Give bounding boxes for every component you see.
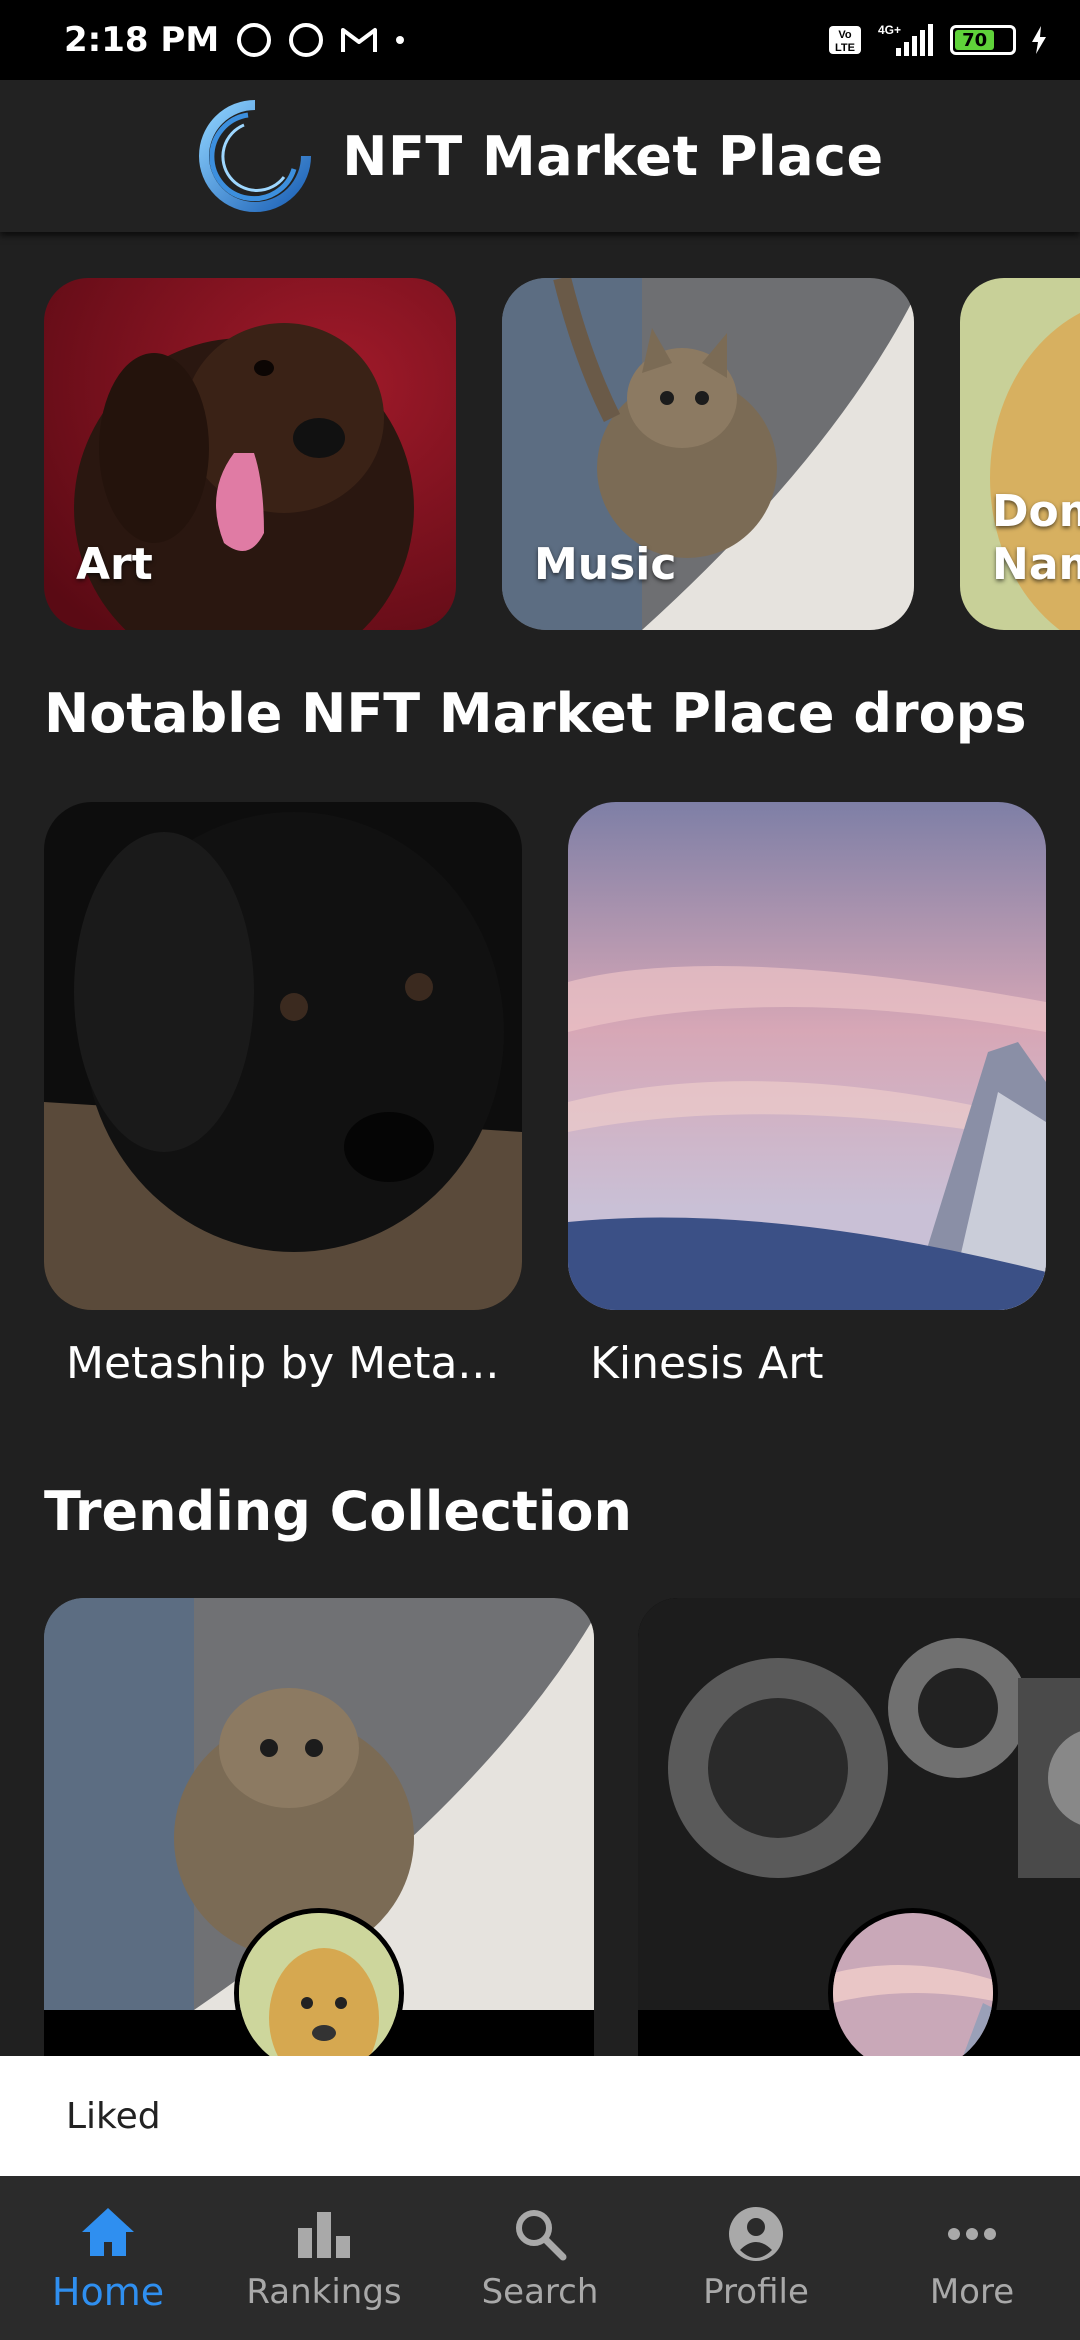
status-left: 2:18 PM bbox=[64, 20, 405, 60]
network-type: 4G+ bbox=[878, 23, 901, 37]
nav-home[interactable]: Home bbox=[8, 2202, 208, 2314]
status-bar: 2:18 PM Vo LTE 4G+ 70 bbox=[0, 0, 1080, 80]
category-label: Art bbox=[76, 539, 153, 591]
volte-icon: Vo LTE bbox=[828, 25, 862, 55]
app-title: NFT Market Place bbox=[342, 124, 884, 188]
battery-level: 70 bbox=[955, 30, 995, 51]
category-card-music[interactable]: Music bbox=[502, 278, 914, 630]
main-content[interactable]: Art Music Dom Nam Not bbox=[0, 232, 1080, 2056]
svg-text:Vo: Vo bbox=[838, 29, 852, 41]
app-bar: NFT Market Place bbox=[0, 80, 1080, 232]
drop-image bbox=[44, 802, 522, 1310]
home-icon bbox=[78, 2202, 138, 2262]
drops-carousel[interactable]: Metaship by Meta... Kinesis Art bbox=[44, 802, 1046, 1389]
charging-icon bbox=[1030, 25, 1048, 55]
search-icon bbox=[510, 2204, 570, 2264]
snackbar-message: Liked bbox=[66, 2095, 161, 2137]
nav-more[interactable]: More bbox=[872, 2204, 1072, 2312]
notification-icon bbox=[237, 23, 272, 57]
status-right: Vo LTE 4G+ 70 bbox=[828, 22, 1048, 58]
drop-label: Kinesis Art bbox=[590, 1338, 824, 1389]
nav-profile[interactable]: Profile bbox=[656, 2204, 856, 2312]
nav-label: Search bbox=[481, 2272, 599, 2312]
account-circle-icon bbox=[726, 2204, 786, 2264]
trending-section-title: Trending Collection bbox=[44, 1480, 632, 1543]
nav-label: Profile bbox=[703, 2272, 809, 2312]
category-carousel[interactable]: Art Music Dom Nam bbox=[44, 278, 1080, 630]
trending-carousel[interactable] bbox=[44, 1598, 1080, 2056]
nav-label: Home bbox=[51, 2270, 165, 2314]
svg-text:LTE: LTE bbox=[835, 42, 855, 54]
battery-icon: 70 bbox=[950, 25, 1016, 55]
nav-search[interactable]: Search bbox=[440, 2204, 640, 2312]
trending-card[interactable] bbox=[638, 1598, 1080, 2056]
notification-icon bbox=[289, 23, 324, 57]
trending-card[interactable] bbox=[44, 1598, 594, 2056]
category-card-art[interactable]: Art bbox=[44, 278, 456, 630]
signal-icon: 4G+ bbox=[876, 22, 936, 58]
status-time: 2:18 PM bbox=[64, 20, 220, 60]
nav-label: Rankings bbox=[246, 2272, 402, 2312]
drops-section-title: Notable NFT Market Place drops bbox=[44, 682, 1027, 745]
gmail-icon bbox=[341, 26, 378, 54]
bar-chart-icon bbox=[294, 2204, 354, 2264]
nav-rankings[interactable]: Rankings bbox=[224, 2204, 424, 2312]
drop-image bbox=[568, 802, 1046, 1310]
app-logo bbox=[196, 97, 314, 215]
category-label: Music bbox=[534, 539, 677, 591]
dot-icon bbox=[395, 35, 405, 45]
drop-card[interactable]: Kinesis Art bbox=[568, 802, 1046, 1389]
category-label: Dom Nam bbox=[992, 486, 1080, 591]
nav-label: More bbox=[929, 2272, 1015, 2312]
snackbar: Liked bbox=[0, 2056, 1080, 2176]
bottom-nav: Home Rankings Search Profile More bbox=[0, 2176, 1080, 2340]
category-card-domain-names[interactable]: Dom Nam bbox=[960, 278, 1080, 630]
drop-card[interactable]: Metaship by Meta... bbox=[44, 802, 522, 1389]
more-horiz-icon bbox=[942, 2204, 1002, 2264]
drop-label: Metaship by Meta... bbox=[66, 1338, 500, 1389]
